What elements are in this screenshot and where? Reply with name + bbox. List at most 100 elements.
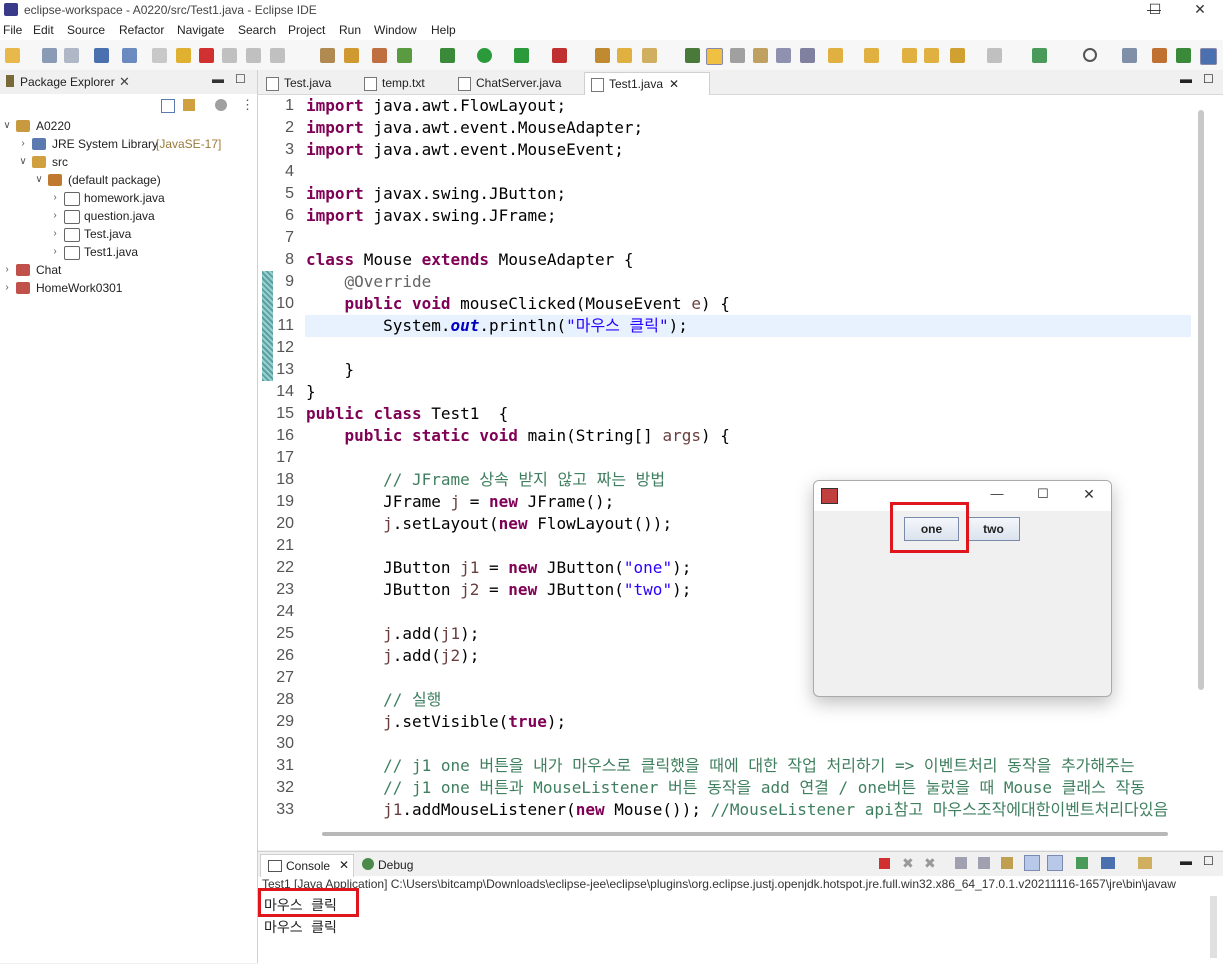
tab-test-java[interactable]: Test.java bbox=[260, 72, 358, 94]
open-console-icon[interactable] bbox=[1138, 857, 1152, 869]
maximize-icon[interactable]: ☐ bbox=[1020, 485, 1066, 505]
forward-icon[interactable] bbox=[987, 48, 1002, 63]
pin-console-icon[interactable] bbox=[1076, 857, 1088, 869]
terminate-icon[interactable] bbox=[199, 48, 214, 63]
highlight-icon[interactable] bbox=[706, 48, 723, 65]
code-line[interactable]: 17 bbox=[258, 447, 1198, 469]
maximize-icon[interactable]: ☐ bbox=[1133, 0, 1177, 20]
menu-run[interactable]: Run bbox=[339, 23, 361, 37]
chevron-right-icon[interactable]: › bbox=[18, 135, 28, 153]
code-line[interactable]: 6 import javax.swing.JFrame; bbox=[258, 205, 1198, 227]
view-menu-icon[interactable]: ⋮ bbox=[241, 97, 254, 113]
minimize-view-icon[interactable]: ▬ bbox=[1180, 854, 1192, 868]
chevron-right-icon[interactable]: › bbox=[50, 189, 60, 207]
terminate-icon[interactable] bbox=[879, 858, 890, 869]
maximize-editor-icon[interactable]: ☐ bbox=[1203, 72, 1214, 86]
last-edit-icon[interactable] bbox=[902, 48, 917, 63]
menu-refactor[interactable]: Refactor bbox=[119, 23, 164, 37]
tree-item-homework[interactable]: › homework.java bbox=[0, 189, 257, 207]
open-type-icon[interactable] bbox=[617, 48, 632, 63]
code-line[interactable]: 31 // j1 one 버튼을 내가 마우스로 클릭했을 때에 대한 작업 처… bbox=[258, 755, 1198, 777]
scroll-lock-icon[interactable] bbox=[978, 857, 990, 869]
tree-item-test1[interactable]: › Test1.java bbox=[0, 243, 257, 261]
tab-console[interactable]: Console ✕ bbox=[260, 854, 354, 877]
code-line[interactable]: 2 import java.awt.event.MouseAdapter; bbox=[258, 117, 1198, 139]
close-icon[interactable]: ✕ bbox=[1177, 0, 1223, 20]
open-task-icon[interactable] bbox=[642, 48, 657, 63]
debug-perspective-icon[interactable] bbox=[1176, 48, 1191, 63]
block-selection-icon[interactable] bbox=[753, 48, 768, 63]
step-over-icon[interactable] bbox=[270, 48, 285, 63]
search-icon[interactable] bbox=[1083, 48, 1097, 62]
minimize-view-icon[interactable]: ▬ bbox=[212, 72, 224, 86]
vertical-scrollbar[interactable] bbox=[1198, 110, 1204, 690]
run-icon[interactable] bbox=[477, 48, 492, 63]
menu-search[interactable]: Search bbox=[238, 23, 276, 37]
tab-temp-txt[interactable]: temp.txt bbox=[358, 72, 454, 94]
chevron-right-icon[interactable]: › bbox=[50, 243, 60, 261]
collapse-all-icon[interactable] bbox=[161, 99, 175, 113]
tree-item-a0220[interactable]: ∨ A0220 bbox=[0, 117, 257, 135]
code-line[interactable]: 1 import java.awt.FlowLayout; bbox=[258, 95, 1198, 117]
package-explorer-tab[interactable]: Package Explorer ✕ ▬ ☐ bbox=[0, 70, 257, 95]
maximize-view-icon[interactable]: ☐ bbox=[235, 72, 246, 86]
java-perspective-icon[interactable] bbox=[1200, 48, 1217, 65]
remove-all-icon[interactable]: ✖ bbox=[924, 855, 936, 872]
maximize-view-icon[interactable]: ☐ bbox=[1203, 854, 1214, 868]
disconnect-icon[interactable] bbox=[222, 48, 237, 63]
terminal-icon[interactable] bbox=[94, 48, 109, 63]
paragraph-icon[interactable] bbox=[800, 48, 815, 63]
menu-navigate[interactable]: Navigate bbox=[177, 23, 224, 37]
code-line[interactable]: 7 bbox=[258, 227, 1198, 249]
tree-item-jre[interactable]: › JRE System Library [JavaSE-17] bbox=[0, 135, 257, 153]
chevron-down-icon[interactable]: ∨ bbox=[18, 153, 28, 171]
skip-breakpoints-icon[interactable] bbox=[122, 48, 137, 63]
new-icon[interactable] bbox=[5, 48, 20, 63]
menu-edit[interactable]: Edit bbox=[33, 23, 54, 37]
debug-icon[interactable] bbox=[440, 48, 455, 63]
coverage-icon[interactable] bbox=[514, 48, 529, 63]
code-line[interactable]: 12 bbox=[258, 337, 1198, 359]
close-icon[interactable]: ✕ bbox=[1066, 485, 1111, 505]
external-tools-icon[interactable] bbox=[552, 48, 567, 63]
minimize-icon[interactable]: — bbox=[974, 485, 1020, 505]
chevron-down-icon[interactable]: ∨ bbox=[34, 171, 44, 189]
forward-edit-icon[interactable] bbox=[924, 48, 939, 63]
code-line[interactable]: 13 } bbox=[258, 359, 1198, 381]
chevron-right-icon[interactable]: › bbox=[50, 225, 60, 243]
show-whitespace-icon[interactable] bbox=[776, 48, 791, 63]
tree-item-question[interactable]: › question.java bbox=[0, 207, 257, 225]
menu-file[interactable]: File bbox=[3, 23, 22, 37]
tree-item-homework0301[interactable]: › HomeWork0301 bbox=[0, 279, 257, 297]
display-console-icon[interactable] bbox=[1101, 857, 1115, 869]
chevron-right-icon[interactable]: › bbox=[2, 279, 12, 297]
back-icon[interactable] bbox=[950, 48, 965, 63]
show-stderr-icon[interactable] bbox=[1047, 855, 1063, 871]
menu-source[interactable]: Source bbox=[67, 23, 105, 37]
code-line[interactable]: 10 public void mouseClicked(MouseEvent e… bbox=[258, 293, 1198, 315]
prev-annotation-icon[interactable] bbox=[864, 48, 879, 63]
refresh-icon[interactable] bbox=[397, 48, 412, 63]
menu-window[interactable]: Window bbox=[374, 23, 417, 37]
tab-test1-java[interactable]: Test1.java ✕ bbox=[584, 72, 710, 95]
code-line[interactable]: 5 import javax.swing.JButton; bbox=[258, 183, 1198, 205]
code-line[interactable]: 33 j1.addMouseListener(new Mouse()); //M… bbox=[258, 799, 1198, 821]
chevron-down-icon[interactable]: ∨ bbox=[2, 117, 12, 135]
tab-debug[interactable]: Debug bbox=[358, 854, 428, 876]
code-line[interactable]: 4 bbox=[258, 161, 1198, 183]
new-java-project-icon[interactable] bbox=[372, 48, 387, 63]
next-annotation-icon[interactable] bbox=[828, 48, 843, 63]
toggle-mark-icon[interactable] bbox=[730, 48, 745, 63]
close-tab-icon[interactable]: ✕ bbox=[339, 858, 349, 872]
resume-icon[interactable] bbox=[152, 48, 167, 63]
tree-item-test[interactable]: › Test.java bbox=[0, 225, 257, 243]
code-line[interactable]: 3 import java.awt.event.MouseEvent; bbox=[258, 139, 1198, 161]
show-stdout-icon[interactable] bbox=[1024, 855, 1040, 871]
search-marker-icon[interactable] bbox=[685, 48, 700, 63]
filter-icon[interactable] bbox=[215, 99, 227, 111]
two-button[interactable]: two bbox=[967, 517, 1020, 541]
minimize-editor-icon[interactable]: ▬ bbox=[1180, 72, 1192, 86]
tree-item-src[interactable]: ∨ src bbox=[0, 153, 257, 171]
java-ee-perspective-icon[interactable] bbox=[1152, 48, 1167, 63]
code-line[interactable]: 8 class Mouse extends MouseAdapter { bbox=[258, 249, 1198, 271]
